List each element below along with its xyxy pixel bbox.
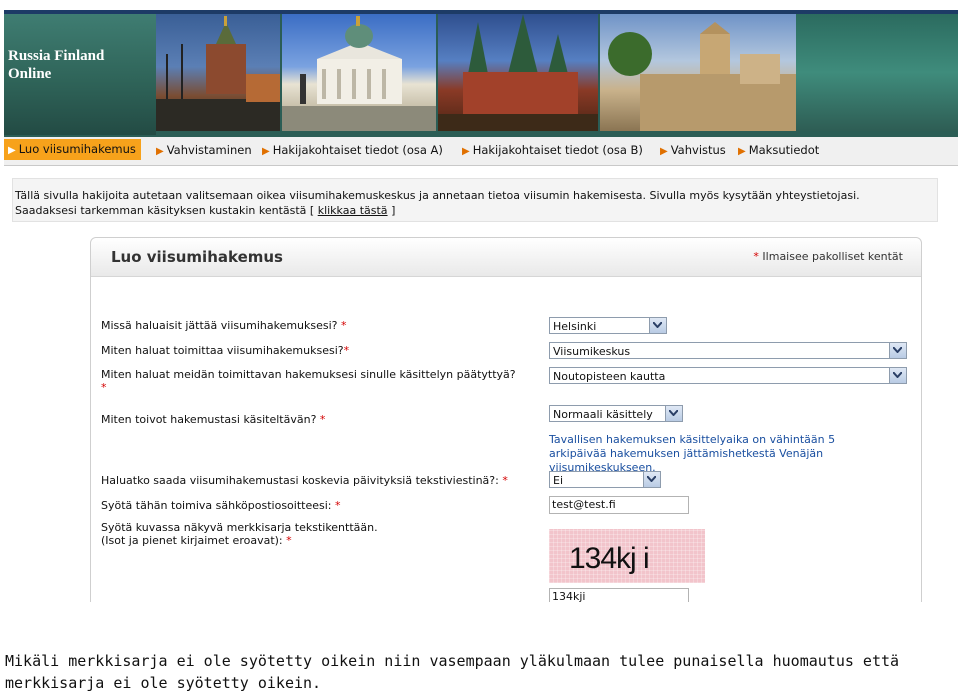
intro-line-2-end: ] bbox=[391, 204, 396, 217]
help-link[interactable]: klikkaa tästä bbox=[318, 204, 388, 217]
banner-decoration bbox=[796, 14, 958, 131]
browser-screenshot: Russia Finland Online ▶ Luo viisumihakem… bbox=[4, 10, 958, 602]
return-method-select[interactable]: Noutopisteen kautta bbox=[549, 367, 907, 384]
required-star: * bbox=[319, 413, 326, 426]
nav-step-label: Vahvistaminen bbox=[166, 143, 252, 157]
email-label: Syötä tähän toimiva sähköpostiosoitteesi… bbox=[101, 499, 341, 512]
selected-value: Viisumikeskus bbox=[553, 345, 631, 358]
required-star: * bbox=[502, 474, 508, 487]
required-note-text: Ilmaisee pakolliset kentät bbox=[762, 250, 903, 263]
required-star: * bbox=[341, 319, 347, 332]
intro-line-1: Tällä sivulla hakijoita autetaan valitse… bbox=[15, 189, 860, 202]
arrow-right-icon: ▶ bbox=[156, 146, 164, 157]
arrow-right-icon: ▶ bbox=[738, 146, 746, 157]
submit-location-select[interactable]: Helsinki bbox=[549, 317, 667, 334]
label-text: Haluatko saada viisumihakemustasi koskev… bbox=[101, 474, 499, 487]
banner-photo-sand-castle bbox=[600, 14, 796, 131]
nav-step-applicant-a[interactable]: ▶ Hakijakohtaiset tiedot (osa A) bbox=[262, 143, 443, 157]
panel-header: Luo viisumihakemus * Ilmaisee pakolliset… bbox=[91, 238, 921, 277]
delivery-method-label: Miten haluat toimittaa viisumihakemukses… bbox=[101, 344, 349, 357]
captcha-label: Syötä kuvassa näkyvä merkkisarja tekstik… bbox=[101, 521, 378, 547]
screenshot-caption: Mikäli merkkisarja ei ole syötetty oikei… bbox=[5, 652, 900, 692]
chevron-down-icon bbox=[653, 322, 662, 328]
nav-step-label: Hakijakohtaiset tiedot (osa B) bbox=[472, 143, 643, 157]
arrow-right-icon: ▶ bbox=[660, 146, 668, 157]
delivery-method-select[interactable]: Viisumikeskus bbox=[549, 342, 907, 359]
processing-type-select[interactable]: Normaali käsittely bbox=[549, 405, 683, 422]
nav-step-create-application[interactable]: ▶ Luo viisumihakemus bbox=[4, 139, 141, 160]
return-method-label: Miten haluat meidän toimittavan hakemuks… bbox=[101, 368, 547, 394]
intro-box: Tällä sivulla hakijoita autetaan valitse… bbox=[12, 178, 938, 222]
panel-title: Luo viisumihakemus bbox=[111, 248, 283, 266]
label-text: Miten toivot hakemustasi käsiteltävän? bbox=[101, 413, 317, 426]
submit-location-label: Missä haluaisit jättää viisumihakemukses… bbox=[101, 319, 347, 332]
step-navigation: ▶ Luo viisumihakemus ▶ Vahvistaminen ▶ Haki… bbox=[4, 135, 958, 166]
processing-time-hint: Tavallisen hakemuksen käsittelyaika on v… bbox=[549, 433, 836, 474]
dropdown-button[interactable] bbox=[649, 318, 666, 333]
cathedral-image bbox=[282, 16, 436, 131]
label-text: Miten haluat toimittaa viisumihakemukses… bbox=[101, 344, 344, 357]
sand-castle-image bbox=[608, 22, 796, 131]
banner-photo-harbor bbox=[156, 14, 280, 131]
banner-photo-red-church bbox=[438, 14, 598, 131]
chevron-down-icon bbox=[647, 476, 656, 482]
nav-step-label: Luo viisumihakemus bbox=[18, 142, 136, 156]
harbor-cathedral-image bbox=[156, 16, 280, 131]
selected-value: Normaali käsittely bbox=[553, 408, 653, 421]
required-note: * Ilmaisee pakolliset kentät bbox=[753, 250, 903, 263]
dropdown-button[interactable] bbox=[889, 368, 906, 383]
dropdown-button[interactable] bbox=[665, 406, 682, 421]
required-star: * bbox=[343, 344, 350, 357]
label-text: (Isot ja pienet kirjaimet eroavat): bbox=[101, 534, 283, 547]
dropdown-button[interactable] bbox=[643, 472, 660, 487]
arrow-right-icon: ▶ bbox=[262, 146, 270, 157]
nav-step-applicant-b[interactable]: ▶ Hakijakohtaiset tiedot (osa B) bbox=[462, 143, 643, 157]
nav-step-label: Vahvistus bbox=[670, 143, 726, 157]
chevron-down-icon bbox=[893, 347, 902, 353]
dropdown-button[interactable] bbox=[889, 343, 906, 358]
captcha-input[interactable]: 134kji bbox=[549, 588, 689, 602]
banner-photo-helsinki-cathedral bbox=[282, 14, 436, 131]
sms-updates-label: Haluatko saada viisumihakemustasi koskev… bbox=[101, 474, 508, 487]
selected-value: Ei bbox=[553, 474, 564, 487]
label-text: Syötä tähän toimiva sähköpostiosoitteesi… bbox=[101, 499, 332, 512]
chevron-down-icon bbox=[669, 410, 678, 416]
email-field[interactable]: test@test.fi bbox=[549, 496, 689, 514]
sms-updates-select[interactable]: Ei bbox=[549, 471, 661, 488]
intro-text: Tällä sivulla hakijoita autetaan valitse… bbox=[15, 188, 945, 218]
captcha-characters: 134kj i bbox=[569, 542, 650, 575]
required-star: * bbox=[753, 250, 759, 263]
required-star: * bbox=[335, 499, 341, 512]
nav-step-confirmation[interactable]: ▶ Vahvistaminen bbox=[156, 143, 252, 157]
site-banner: Russia Finland Online bbox=[4, 10, 958, 135]
captcha-image: 134kj i bbox=[549, 529, 705, 583]
chevron-down-icon bbox=[893, 372, 902, 378]
site-logo-text: Russia Finland Online bbox=[8, 48, 105, 82]
processing-type-label: Miten toivot hakemustasi käsiteltävän? * bbox=[101, 413, 325, 426]
brand-block[interactable]: Russia Finland Online bbox=[4, 14, 156, 135]
intro-line-2: Saadaksesi tarkemman käsityksen kustakin… bbox=[15, 204, 315, 217]
label-text: Syötä kuvassa näkyvä merkkisarja tekstik… bbox=[101, 521, 378, 534]
label-text: Missä haluaisit jättää viisumihakemukses… bbox=[101, 319, 338, 332]
required-star: * bbox=[101, 381, 107, 394]
nav-step-label: Hakijakohtaiset tiedot (osa A) bbox=[272, 143, 443, 157]
red-church-image bbox=[438, 14, 598, 131]
application-form-panel: Luo viisumihakemus * Ilmaisee pakolliset… bbox=[90, 237, 922, 602]
selected-value: Helsinki bbox=[553, 320, 597, 333]
arrow-right-icon: ▶ bbox=[462, 146, 470, 157]
required-star: * bbox=[286, 534, 292, 547]
label-text: Miten haluat meidän toimittavan hakemuks… bbox=[101, 368, 516, 381]
arrow-right-icon: ▶ bbox=[8, 145, 16, 156]
nav-step-verification[interactable]: ▶ Vahvistus bbox=[660, 143, 726, 157]
nav-step-label: Maksutiedot bbox=[748, 143, 820, 157]
selected-value: Noutopisteen kautta bbox=[553, 370, 666, 383]
nav-step-payment[interactable]: ▶ Maksutiedot bbox=[738, 143, 819, 157]
